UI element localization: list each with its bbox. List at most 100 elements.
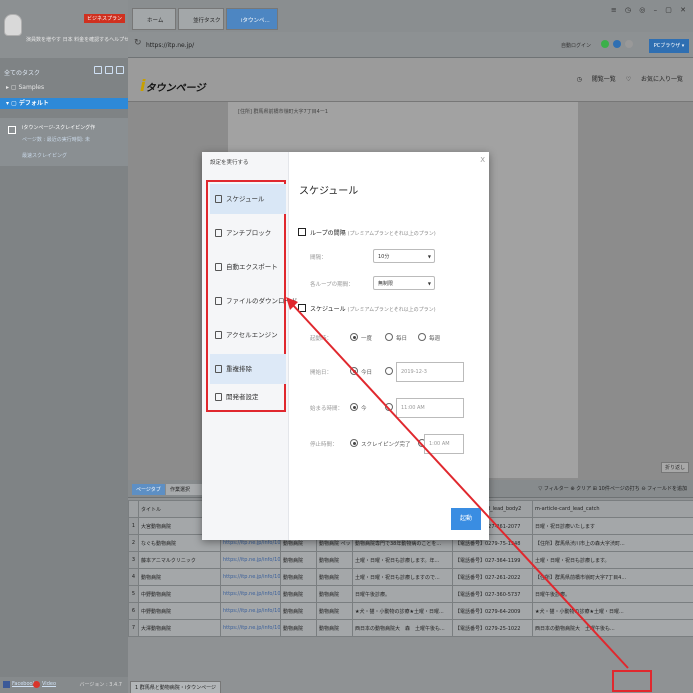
table-cell[interactable]: 動物病院: [316, 602, 353, 620]
tab-parallel[interactable]: 並行タスク: [178, 8, 224, 30]
menu-accel-engine[interactable]: アクセルエンジン: [210, 320, 286, 350]
table-cell[interactable]: 動物病院: [316, 551, 353, 569]
start-time-custom-radio[interactable]: [385, 403, 393, 411]
reload-icon[interactable]: ↻: [134, 38, 142, 48]
url-field[interactable]: https://itp.ne.jp/: [146, 42, 194, 49]
table-cell[interactable]: https://itp.ne.jp/info/1061775840000: [220, 619, 281, 637]
column-header[interactable]: m-article-card_lead_catch: [532, 500, 693, 518]
menu-developer[interactable]: 開発者設定: [210, 382, 286, 412]
task-checkbox[interactable]: [8, 126, 16, 134]
start-button[interactable]: 起動: [451, 508, 481, 530]
info-icon[interactable]: [613, 40, 621, 48]
radio-once[interactable]: [350, 333, 358, 341]
start-date-custom-radio[interactable]: [385, 367, 393, 375]
account-links[interactable]: 演員数を増やす 日本 料金を確認するヘルプセンター: [26, 36, 144, 43]
table-cell[interactable]: 【電話番号】027-360-5737: [452, 585, 533, 603]
window-controls[interactable]: ≡ ◷ ◎ – ▢ ✕: [611, 6, 689, 14]
table-cell[interactable]: 土曜・日曜・祝日も診療します。年...: [352, 551, 453, 569]
loop-interval-checkbox[interactable]: [298, 228, 306, 236]
table-cell[interactable]: 動物病院: [316, 568, 353, 586]
column-header[interactable]: [128, 500, 139, 518]
row-number[interactable]: 2: [128, 534, 139, 552]
start-time-input[interactable]: 11:00 AM: [396, 398, 464, 418]
table-cell[interactable]: 藤本アニマルクリニック: [138, 551, 221, 569]
video-icon[interactable]: [33, 681, 40, 688]
table-row[interactable]: 5中野動物病院https://itp.ne.jp/info/1062864310…: [128, 585, 693, 603]
table-cell[interactable]: 大澤動物病院: [138, 619, 221, 637]
table-cell[interactable]: 【住所】群馬県渋川市上の森大字渋町...: [532, 534, 693, 552]
pc-browser-button[interactable]: PCブラウザ ▾: [649, 39, 689, 53]
row-number[interactable]: 6: [128, 602, 139, 620]
table-row[interactable]: 4動物病院https://itp.ne.jp/info/106465254000…: [128, 568, 693, 586]
table-cell[interactable]: https://itp.ne.jp/info/1060537060000: [220, 551, 281, 569]
table-cell[interactable]: 西日本の動物病院大 土曜午後も...: [532, 619, 693, 637]
menu-schedule[interactable]: スケジュール: [210, 184, 286, 214]
history-link[interactable]: ◷ 閲覧一覧: [577, 76, 616, 83]
table-cell[interactable]: 動物病院: [280, 585, 317, 603]
menu-file-download[interactable]: ファイルのダウンロード: [210, 286, 298, 316]
auto-login-toggle[interactable]: 自動ログイン: [561, 42, 591, 49]
radio-weekly[interactable]: [418, 333, 426, 341]
table-cell[interactable]: 【電話番号】0279-25-1022: [452, 619, 533, 637]
table-cell[interactable]: https://itp.ne.jp/info/1064652540000: [220, 568, 281, 586]
table-cell[interactable]: 日曜・祝日診療いたします: [532, 517, 693, 535]
each-loop-select[interactable]: 無制限 ▼: [373, 276, 435, 290]
plan-badge[interactable]: ビジネスプラン: [84, 14, 126, 23]
table-cell[interactable]: https://itp.ne.jp/info/1059160490000: [220, 602, 281, 620]
table-cell[interactable]: 日曜午後診療。: [352, 585, 453, 603]
menu-auto-export[interactable]: 自動エクスポート: [210, 252, 286, 282]
table-cell[interactable]: 【電話番号】0279-64-2009: [452, 602, 533, 620]
table-cell[interactable]: 【住所】群馬県前橋市嶺町大字7丁目4...: [532, 568, 693, 586]
task-item[interactable]: iタウンページ-スクレイピング作 ページ数 : 最近の実行時間: 未 最速スクレ…: [0, 118, 128, 166]
row-number[interactable]: 3: [128, 551, 139, 569]
folder-icon[interactable]: [116, 66, 124, 74]
tab-townpage[interactable]: iタウンペ...: [226, 8, 278, 30]
row-number[interactable]: 5: [128, 585, 139, 603]
table-cell[interactable]: https://itp.ne.jp/info/1062864310000: [220, 585, 281, 603]
new-task-icon[interactable]: [94, 66, 102, 74]
wrap-toggle[interactable]: 折り返し: [660, 462, 689, 473]
site-logo[interactable]: iタウンページ: [140, 76, 205, 95]
table-cell[interactable]: 日曜午後診療。: [532, 585, 693, 603]
table-cell[interactable]: 土曜・日曜・祝日も診療します。: [532, 551, 693, 569]
table-cell[interactable]: 【電話番号】027-364-1199: [452, 551, 533, 569]
stop-time-radio[interactable]: [350, 439, 358, 447]
group-default[interactable]: ▾ ▢ デフォルト: [0, 98, 128, 109]
facebook-icon[interactable]: [3, 681, 10, 688]
table-cell[interactable]: ★犬・猫・小動物の診療★土曜・日曜...: [352, 602, 453, 620]
table-row[interactable]: 6中野動物病院https://itp.ne.jp/info/1059160490…: [128, 602, 693, 620]
favorites-link[interactable]: ♡ お気に入り一覧: [626, 76, 683, 83]
table-cell[interactable]: 動物病院: [280, 602, 317, 620]
table-cell[interactable]: 【電話番号】027-261-2022: [452, 568, 533, 586]
table-cell[interactable]: 中野動物病院: [138, 602, 221, 620]
row-number[interactable]: 1: [128, 517, 139, 535]
page-tab-mode[interactable]: ページタブ: [132, 484, 165, 495]
table-cell[interactable]: 中野動物病院: [138, 585, 221, 603]
row-number[interactable]: 4: [128, 568, 139, 586]
table-cell[interactable]: ★犬・猫・小動物の診療★土曜・日曜...: [532, 602, 693, 620]
video-link[interactable]: Video: [42, 681, 56, 687]
avatar[interactable]: [4, 14, 22, 36]
interval-select[interactable]: 10分 ▼: [373, 249, 435, 263]
group-samples[interactable]: ▸ ▢ Samples: [0, 82, 128, 93]
start-date-radio[interactable]: [350, 367, 358, 375]
settings-dot-icon[interactable]: [625, 40, 633, 48]
table-row[interactable]: 7大澤動物病院https://itp.ne.jp/info/1061775840…: [128, 619, 693, 637]
schedule-checkbox[interactable]: [298, 304, 306, 312]
table-cell[interactable]: 動物病院: [138, 568, 221, 586]
menu-dedupe[interactable]: 重複排除: [210, 354, 286, 384]
menu-anti-block[interactable]: アンチブロック: [210, 218, 286, 248]
import-icon[interactable]: [105, 66, 113, 74]
start-time-radio[interactable]: [350, 403, 358, 411]
data-tools[interactable]: ▽ フィルター ⊕ クリア ⊞ 10件ページの打ち ⊖ フィールドを追加: [538, 485, 687, 492]
radio-daily[interactable]: [385, 333, 393, 341]
stop-time-input[interactable]: 1:00 AM: [424, 434, 464, 454]
start-date-input[interactable]: 2019-12-3: [396, 362, 464, 382]
table-cell[interactable]: 動物病院: [316, 619, 353, 637]
table-cell[interactable]: 西日本の動物病院大 森 土曜午後も...: [352, 619, 453, 637]
table-cell[interactable]: 動物病院: [316, 585, 353, 603]
table-cell[interactable]: 動物病院: [280, 551, 317, 569]
row-number[interactable]: 7: [128, 619, 139, 637]
table-cell[interactable]: 土曜・日曜・祝日も診療しますので...: [352, 568, 453, 586]
table-cell[interactable]: 動物病院: [280, 619, 317, 637]
